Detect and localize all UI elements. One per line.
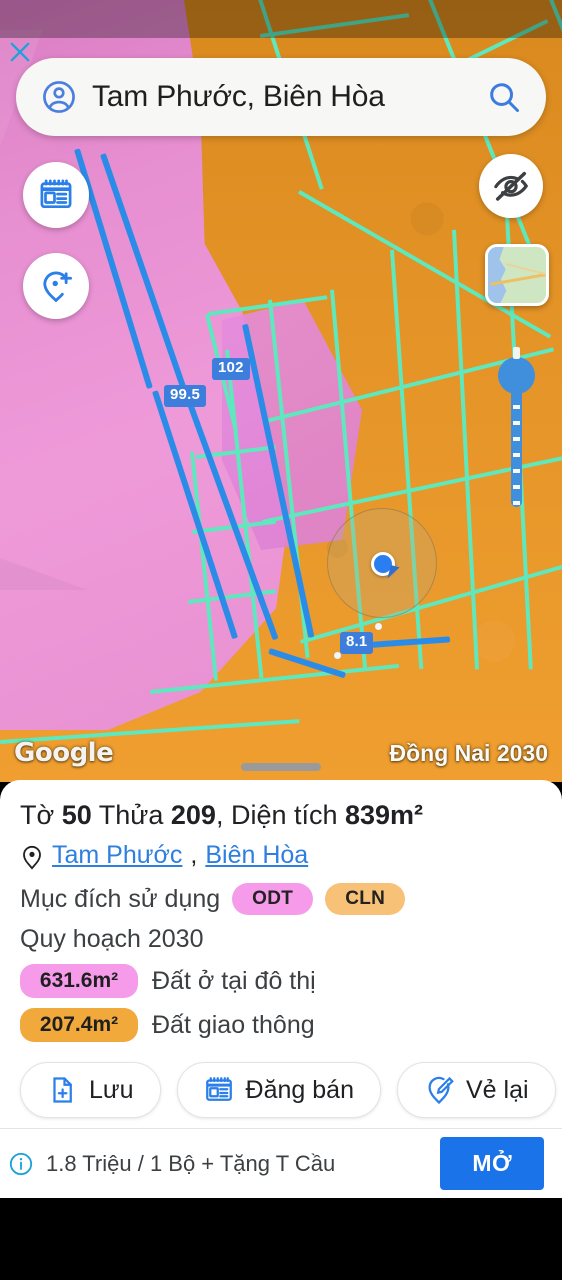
- area-name-transport: Đất giao thông: [152, 1010, 315, 1039]
- post-listing-button-label: Đăng bán: [245, 1075, 354, 1104]
- road-label: 8.1: [340, 632, 374, 654]
- opacity-slider-knob[interactable]: [498, 357, 535, 394]
- road-label: 99.5: [164, 385, 206, 407]
- panel-drag-handle[interactable]: [241, 763, 321, 771]
- pin-edit-icon: [424, 1075, 454, 1105]
- location-separator: ,: [190, 841, 198, 870]
- plan-title: Quy hoạch 2030: [20, 925, 204, 954]
- parcel-info-panel: Tờ 50 Thửa 209, Diện tích 839m² Tam Phướ…: [0, 780, 562, 1128]
- road-label: 102: [212, 358, 250, 380]
- google-attribution: Google: [14, 738, 114, 768]
- search-icon[interactable]: [486, 79, 522, 115]
- land-purpose-label: Mục đích sử dụng: [20, 884, 221, 913]
- area-breakdown-row: 631.6m² Đất ở tại đô thị: [20, 964, 542, 999]
- save-button-label: Lưu: [89, 1075, 134, 1104]
- location-line: Tam Phước, Biên Hòa: [20, 840, 542, 871]
- action-button-row: Lưu Đăng bán Vẻ lại: [20, 1062, 556, 1119]
- parcel-area: 839m²: [345, 800, 424, 830]
- road-node: [375, 623, 382, 630]
- info-icon[interactable]: [8, 1151, 34, 1177]
- area-chip-transport: 207.4m²: [20, 1008, 138, 1043]
- file-add-icon: [47, 1075, 77, 1105]
- app-root: 102 99.5 8.1 Google Đồng Nai 2030 Tam Ph…: [0, 0, 562, 1280]
- add-location-button[interactable]: [23, 253, 89, 319]
- close-icon[interactable]: [6, 38, 34, 66]
- ad-open-button[interactable]: MỞ: [440, 1137, 544, 1190]
- title-parcel-label: Thửa: [91, 800, 171, 830]
- ad-text: 1.8 Triệu / 1 Bộ + Tặng T Cầu: [46, 1150, 336, 1176]
- ad-banner[interactable]: 1.8 Triệu / 1 Bộ + Tặng T Cầu MỞ: [0, 1128, 562, 1198]
- thumb-road-2: [505, 263, 546, 276]
- listing-board-icon: [204, 1075, 234, 1105]
- map-layer-thumbnail[interactable]: [485, 244, 549, 306]
- area-breakdown-row: 207.4m² Đất giao thông: [20, 1008, 542, 1043]
- purpose-chip-cln[interactable]: CLN: [325, 883, 406, 916]
- post-listing-button[interactable]: Đăng bán: [176, 1062, 381, 1119]
- system-navigation-bar: [0, 1198, 562, 1280]
- status-bar-overlay: [0, 0, 562, 38]
- sheet-number: 50: [61, 800, 92, 830]
- area-name-residential: Đất ở tại đô thị: [152, 966, 316, 995]
- map-watermark: Đồng Nai 2030: [389, 740, 549, 766]
- parcel-number: 209: [170, 800, 216, 830]
- opacity-slider-track[interactable]: [511, 379, 522, 507]
- add-location-icon: [37, 267, 75, 305]
- location-pin-icon: [20, 842, 44, 870]
- title-sheet-label: Tờ: [20, 800, 62, 830]
- opacity-slider-tip: [513, 347, 520, 359]
- listing-board-button[interactable]: [23, 162, 89, 228]
- area-chip-residential: 631.6m²: [20, 964, 138, 999]
- land-purpose-row: Mục đích sử dụng ODT CLN: [20, 883, 542, 916]
- account-circle-icon[interactable]: [40, 78, 78, 116]
- save-button[interactable]: Lưu: [20, 1062, 161, 1119]
- redraw-button[interactable]: Vẻ lại: [396, 1062, 556, 1119]
- hide-layer-button[interactable]: [479, 154, 543, 218]
- thumb-water: [488, 247, 507, 303]
- page-title: Tờ 50 Thửa 209, Diện tích 839m²: [20, 798, 542, 833]
- purpose-chip-odt[interactable]: ODT: [232, 883, 314, 916]
- eye-off-icon: [492, 167, 530, 205]
- search-bar[interactable]: Tam Phước, Biên Hòa: [16, 58, 546, 136]
- listing-board-icon: [38, 177, 74, 213]
- search-input[interactable]: Tam Phước, Biên Hòa: [92, 80, 472, 114]
- city-link[interactable]: Biên Hòa: [205, 840, 308, 871]
- ward-link[interactable]: Tam Phước: [52, 840, 182, 871]
- redraw-button-label: Vẻ lại: [465, 1075, 529, 1104]
- title-area-label: , Diện tích: [215, 800, 345, 830]
